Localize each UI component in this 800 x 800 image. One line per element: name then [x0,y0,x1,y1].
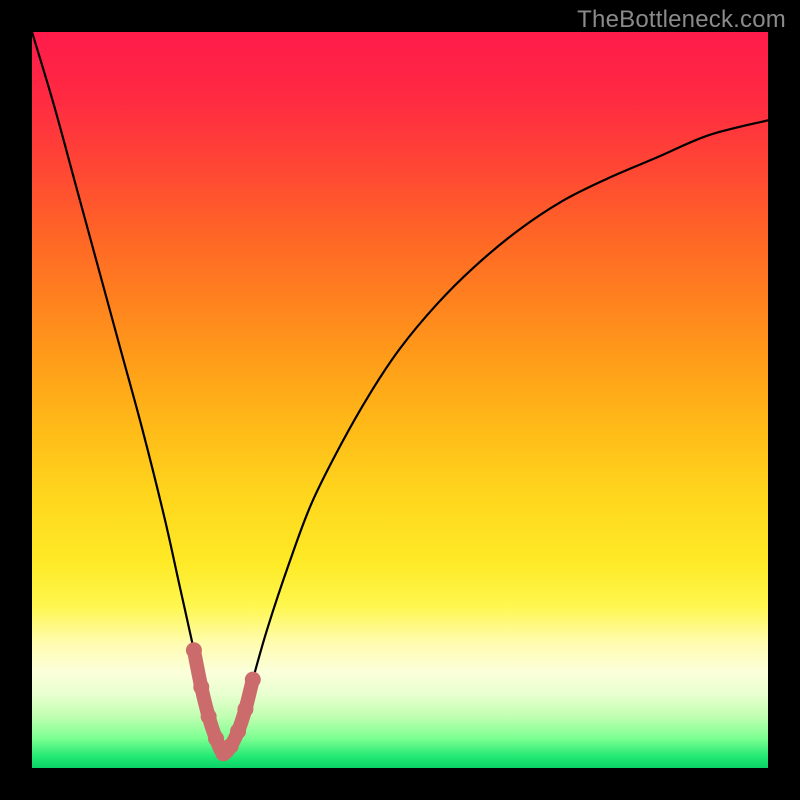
chart-frame: TheBottleneck.com [0,0,800,800]
watermark-text: TheBottleneck.com [577,6,786,34]
optimum-marker [237,701,253,717]
optimum-marker [230,723,246,739]
bottleneck-chart [0,0,800,800]
optimum-marker [208,731,224,747]
plot-background [32,32,768,768]
optimum-marker [223,738,239,754]
optimum-marker [186,642,202,658]
optimum-marker [201,708,217,724]
optimum-marker [245,672,261,688]
optimum-marker [193,679,209,695]
